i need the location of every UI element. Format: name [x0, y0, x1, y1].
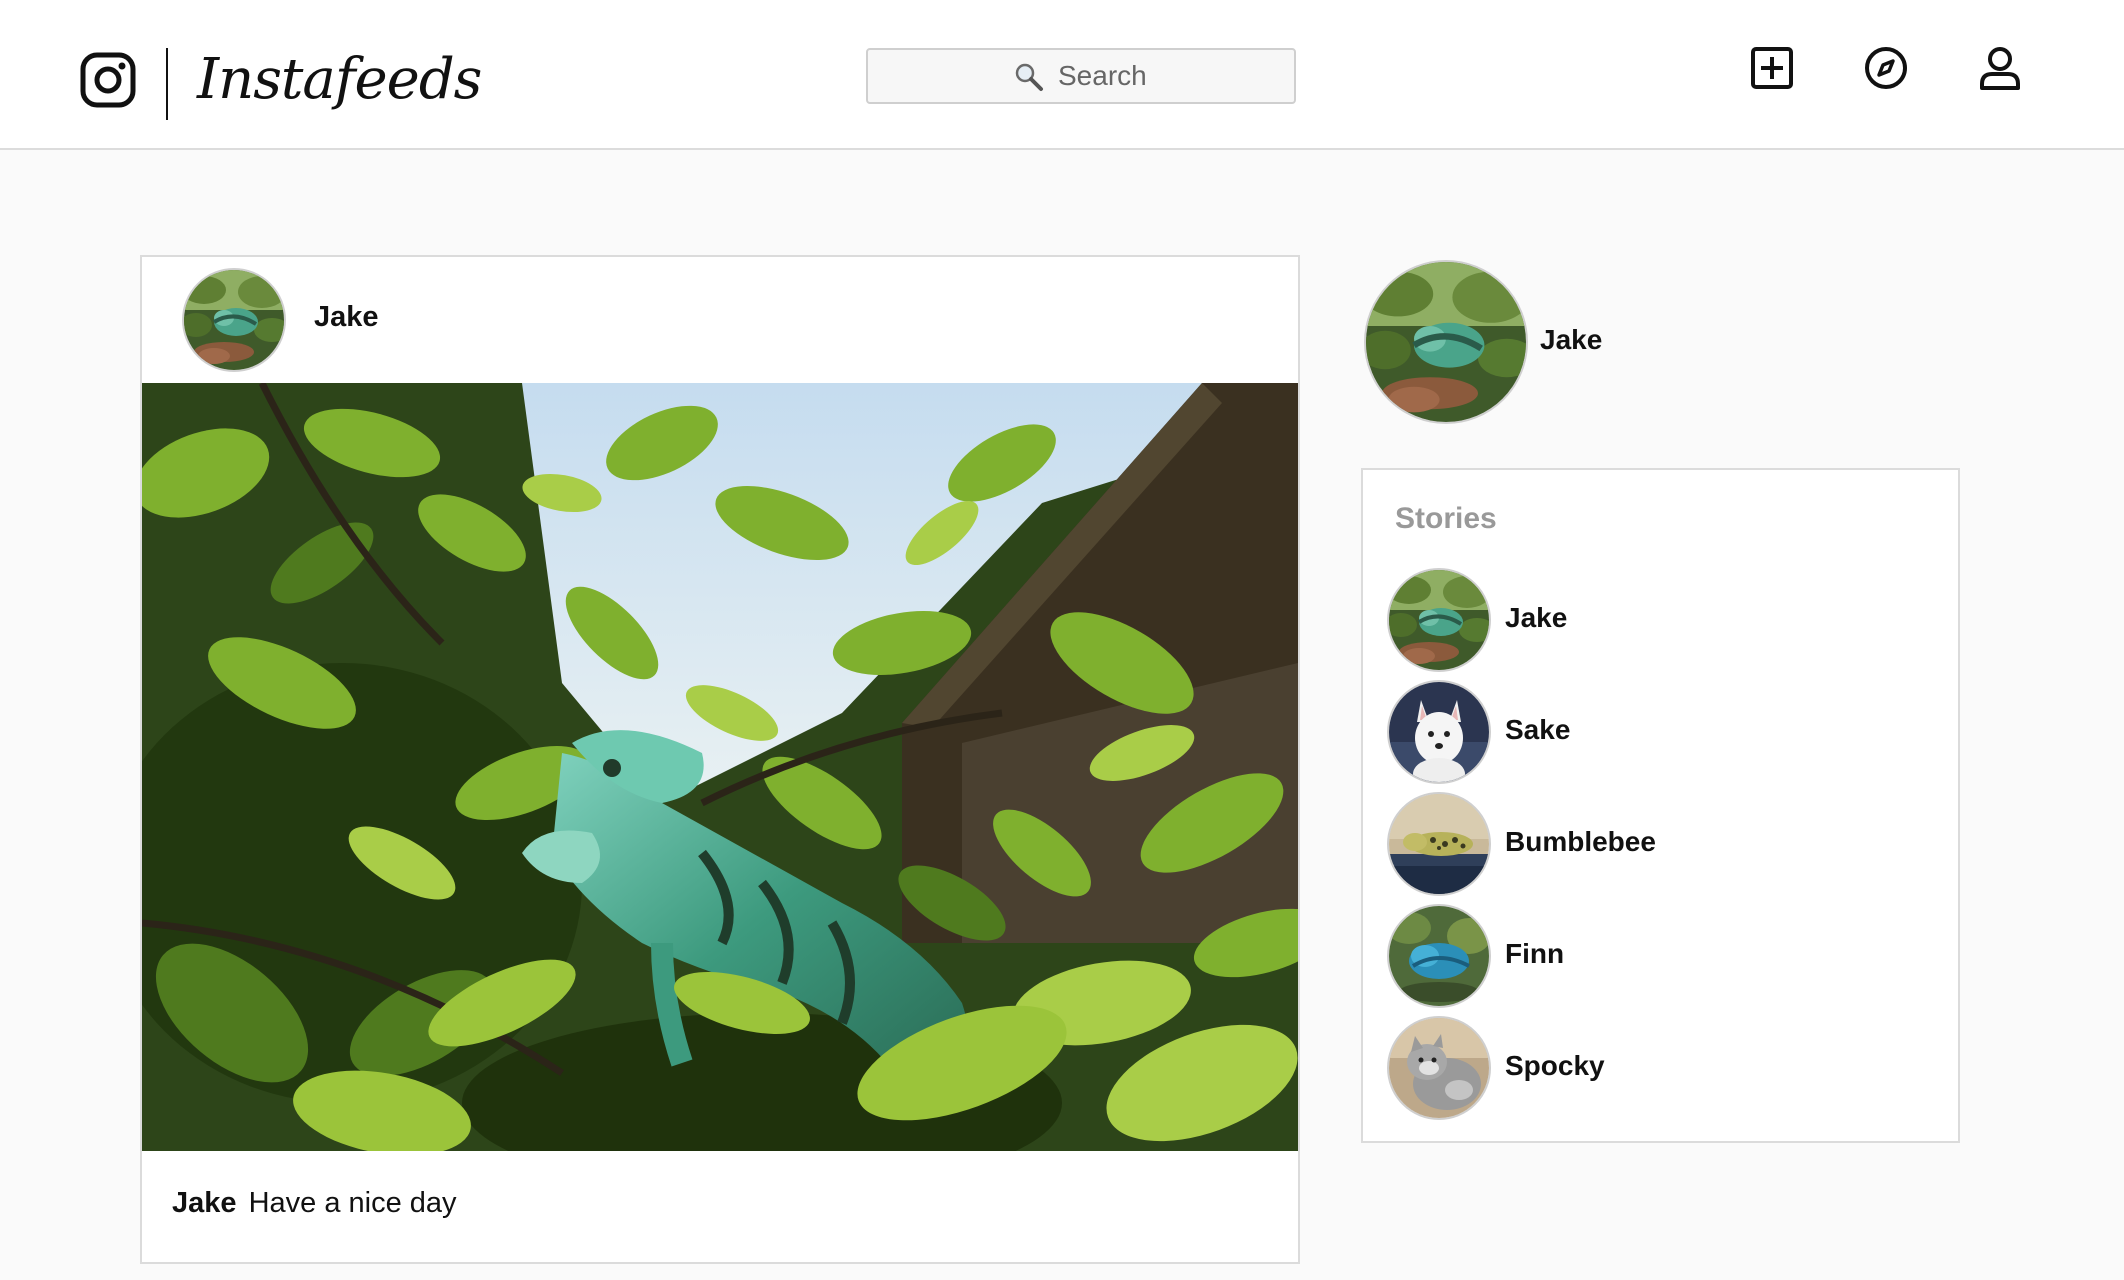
instagram-icon[interactable] [80, 52, 136, 108]
post-photo[interactable] [142, 383, 1298, 1151]
new-post-icon[interactable] [1748, 44, 1796, 92]
stories-panel: Stories Jake Sake Bumblebee Finn Spocky [1361, 468, 1960, 1143]
story-name[interactable]: Finn [1505, 938, 1564, 970]
caption-text: Have a nice day [248, 1187, 457, 1219]
story-avatar[interactable] [1387, 792, 1491, 896]
search-icon [1014, 62, 1044, 92]
current-user-avatar[interactable] [1364, 260, 1528, 424]
story-name[interactable]: Spocky [1505, 1050, 1605, 1082]
caption-username[interactable]: Jake [172, 1187, 237, 1219]
profile-icon[interactable] [1976, 44, 2024, 92]
feed-post: Jake Jake Have a nice day [140, 255, 1300, 1264]
post-author-avatar[interactable] [182, 268, 286, 372]
brand-wordmark[interactable]: Instafeeds [197, 40, 482, 120]
search-box[interactable] [866, 48, 1296, 104]
story-item[interactable]: Bumblebee [1387, 792, 1927, 896]
story-avatar[interactable] [1387, 568, 1491, 672]
story-name[interactable]: Jake [1505, 602, 1567, 634]
current-user-name[interactable]: Jake [1540, 324, 1602, 356]
story-item[interactable]: Finn [1387, 904, 1927, 1008]
top-navigation-bar: Instafeeds [0, 0, 2124, 150]
story-name[interactable]: Bumblebee [1505, 826, 1656, 858]
story-item[interactable]: Sake [1387, 680, 1927, 784]
story-avatar[interactable] [1387, 904, 1491, 1008]
story-name[interactable]: Sake [1505, 714, 1570, 746]
stories-title: Stories [1395, 502, 1497, 535]
story-item[interactable]: Jake [1387, 568, 1927, 672]
post-author-username[interactable]: Jake [314, 301, 379, 334]
story-item[interactable]: Spocky [1387, 1016, 1927, 1120]
logo-divider [166, 48, 168, 120]
story-avatar[interactable] [1387, 680, 1491, 784]
search-input[interactable] [1058, 56, 1278, 96]
current-user-profile: Jake [1364, 260, 1864, 424]
post-header: Jake [142, 257, 1298, 381]
story-avatar[interactable] [1387, 1016, 1491, 1120]
post-caption: Jake Have a nice day [172, 1187, 457, 1220]
explore-icon[interactable] [1862, 44, 1910, 92]
